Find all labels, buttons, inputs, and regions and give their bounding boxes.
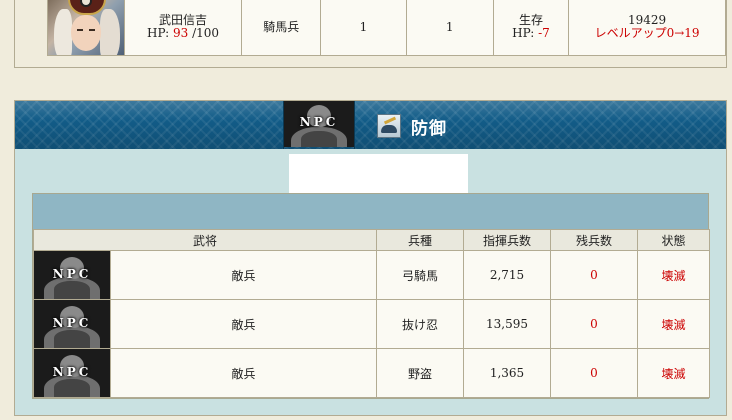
samurai-portrait-icon[interactable] <box>48 0 124 55</box>
general-name: 敵兵 <box>110 250 377 300</box>
defense-title: 防御 <box>411 118 447 139</box>
attacker-status-cell: 生存 HP: -7 <box>492 0 570 56</box>
npc-silhouette-icon[interactable]: NPC <box>34 300 110 348</box>
col-header-status: 状態 <box>637 229 710 251</box>
commanded-troops: 13,595 <box>463 299 551 349</box>
npc-silhouette-icon[interactable]: NPC <box>34 349 110 397</box>
attacker-name-cell: 武田信吉 HP: 93 /100 <box>123 0 243 56</box>
col-header-commanded: 指揮兵数 <box>463 229 551 251</box>
attacker-hp-change-value: -7 <box>538 26 550 40</box>
npc-icon-label: NPC <box>299 115 339 129</box>
commanded-troops: 1,365 <box>463 348 551 398</box>
table-row: NPC 敵兵 弓騎馬 2,715 0 壊滅 <box>33 250 710 300</box>
status-text: 壊滅 <box>637 250 710 300</box>
unit-type: 野盗 <box>376 348 464 398</box>
unit-type: 弓騎馬 <box>376 250 464 300</box>
attacker-row: 武田信吉 HP: 93 /100 騎馬兵 1 1 生存 HP: -7 19429… <box>47 0 726 56</box>
attacker-count-b: 1 <box>405 0 494 56</box>
attacker-hp-change: HP: -7 <box>494 27 568 40</box>
npc-icon-label: NPC <box>52 316 92 330</box>
unit-type: 抜け忍 <box>376 299 464 349</box>
remaining-troops: 0 <box>550 299 638 349</box>
npc-icon-label: NPC <box>52 365 92 379</box>
attacker-exp-cell: 19429 レベルアップ0→19 <box>568 0 726 56</box>
attacker-hp-max: /100 <box>188 26 220 40</box>
remaining-troops: 0 <box>550 250 638 300</box>
attacker-portrait-cell <box>47 0 125 56</box>
defense-panel: NPC 防御 武将 兵種 指揮兵数 残兵数 状態 NPC 敵兵 弓騎馬 2,71… <box>14 100 727 416</box>
attacker-unit-type: 騎馬兵 <box>241 0 322 56</box>
general-name: 敵兵 <box>110 348 377 398</box>
attacker-level-up: レベルアップ0→19 <box>594 26 700 40</box>
attacker-hp: HP: 93 /100 <box>125 27 241 40</box>
table-row: NPC 敵兵 抜け忍 13,595 0 壊滅 <box>33 299 710 349</box>
defense-title-group: 防御 <box>377 114 447 139</box>
defense-table-header: 武将 兵種 指揮兵数 残兵数 状態 <box>33 229 710 251</box>
defense-header: NPC 防御 <box>15 101 726 149</box>
shield-icon <box>377 114 401 138</box>
status-text: 壊滅 <box>637 299 710 349</box>
defense-table: 武将 兵種 指揮兵数 残兵数 状態 NPC 敵兵 弓騎馬 2,715 0 壊滅 <box>33 229 710 398</box>
status-text: 壊滅 <box>637 348 710 398</box>
npc-icon-label: NPC <box>52 267 92 281</box>
col-header-remaining: 残兵数 <box>550 229 638 251</box>
npc-portrait-cell: NPC <box>33 250 111 300</box>
npc-silhouette-icon[interactable]: NPC <box>34 251 110 299</box>
attacker-hp-label: HP: <box>147 26 173 40</box>
attacker-count-a: 1 <box>320 0 407 56</box>
attacker-hp-current: 93 <box>172 26 189 40</box>
col-header-unit-type: 兵種 <box>376 229 464 251</box>
col-header-general: 武将 <box>33 229 377 251</box>
defense-table-caption-bar <box>33 194 708 229</box>
general-name: 敵兵 <box>110 299 377 349</box>
defense-header-npc-portrait: NPC <box>283 101 355 149</box>
table-row: NPC 敵兵 野盗 1,365 0 壊滅 <box>33 348 710 398</box>
attacker-table: 武田信吉 HP: 93 /100 騎馬兵 1 1 生存 HP: -7 19429… <box>47 0 726 56</box>
npc-portrait-cell: NPC <box>33 299 111 349</box>
defense-table-container: 武将 兵種 指揮兵数 残兵数 状態 NPC 敵兵 弓騎馬 2,715 0 壊滅 <box>32 193 710 399</box>
attacker-panel: 武田信吉 HP: 93 /100 騎馬兵 1 1 生存 HP: -7 19429… <box>14 0 727 68</box>
remaining-troops: 0 <box>550 348 638 398</box>
npc-portrait-cell: NPC <box>33 348 111 398</box>
npc-silhouette-icon: NPC <box>284 101 354 147</box>
attacker-hp-change-label: HP: <box>512 26 539 40</box>
commanded-troops: 2,715 <box>463 250 551 300</box>
